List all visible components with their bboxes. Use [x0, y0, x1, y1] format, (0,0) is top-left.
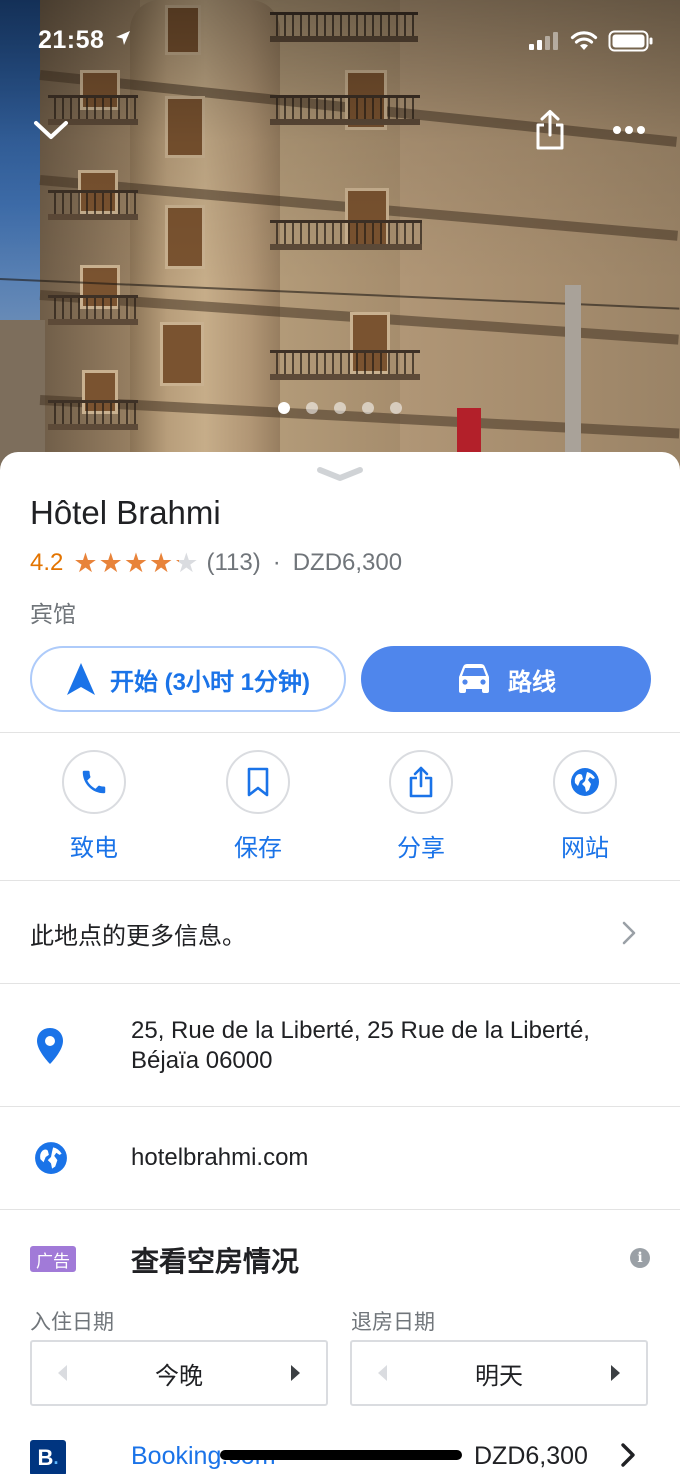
booking-price: DZD6,300 — [474, 1442, 588, 1470]
battery-icon — [608, 30, 653, 52]
save-action[interactable]: 保存 — [203, 750, 313, 863]
navigation-arrow-icon — [66, 663, 95, 695]
pager-dot[interactable] — [334, 402, 346, 414]
divider — [0, 732, 680, 733]
website-action[interactable]: 网站 — [530, 750, 640, 863]
chevron-right-icon — [621, 1443, 635, 1467]
car-icon — [459, 664, 489, 693]
address-text: 25, Rue de la Liberté, 25 Rue de la Libe… — [131, 1016, 590, 1076]
status-indicators — [528, 30, 654, 52]
divider — [0, 880, 680, 881]
globe-icon — [35, 1142, 67, 1174]
pager-dot[interactable] — [390, 402, 402, 414]
more-info-label: 此地点的更多信息。 — [30, 922, 246, 950]
star-icon: ★ — [123, 547, 149, 578]
place-sheet: Hôtel Brahmi 4.2 ★ ★ ★ ★ ★ (113) · DZD6,300 … — [0, 452, 680, 1474]
address-row[interactable]: 25, Rue de la Liberté, 25 Rue de la Libe… — [0, 984, 680, 1106]
signal-icon — [529, 32, 558, 50]
share-photo-button[interactable] — [528, 106, 572, 154]
home-indicator[interactable] — [220, 1450, 462, 1460]
call-label: 致电 — [70, 835, 118, 862]
share-label: 分享 — [397, 835, 445, 862]
pager-dot[interactable] — [278, 402, 290, 414]
review-count: (113) — [206, 549, 261, 576]
pager-dot[interactable] — [362, 402, 374, 414]
status-time: 21:58 — [38, 26, 132, 55]
start-navigation-button[interactable]: 开始 (3小时 1分钟) — [30, 646, 346, 712]
more-icon — [613, 126, 645, 134]
checkin-picker[interactable]: 今晚 — [30, 1340, 328, 1406]
hotel-photo[interactable] — [0, 0, 680, 470]
share-icon — [409, 766, 433, 798]
checkout-label: 退房日期 — [351, 1311, 435, 1334]
call-action[interactable]: 致电 — [39, 750, 149, 863]
sheet-handle[interactable] — [316, 466, 364, 487]
separator: · — [272, 549, 281, 576]
start-navigation-label: 开始 (3小时 1分钟) — [109, 668, 310, 696]
website-url: hotelbrahmi.com — [131, 1144, 309, 1171]
info-icon[interactable]: i — [630, 1248, 650, 1268]
share-action[interactable]: 分享 — [366, 750, 476, 863]
save-label: 保存 — [234, 835, 282, 862]
call-button[interactable] — [62, 750, 126, 814]
website-row[interactable]: hotelbrahmi.com — [0, 1107, 680, 1209]
booking-logo: B. — [30, 1440, 66, 1474]
previous-date-icon[interactable] — [58, 1365, 67, 1381]
address-line-1: 25, Rue de la Liberté, 25 Rue de la Libe… — [131, 1017, 590, 1044]
star-icon: ★ — [73, 547, 98, 578]
ad-badge: 广告 — [30, 1246, 76, 1272]
bookmark-icon — [247, 767, 269, 797]
status-time-text: 21:58 — [38, 26, 105, 54]
checkin-label: 入住日期 — [30, 1311, 114, 1334]
wifi-icon — [570, 31, 598, 50]
star-rating: ★ ★ ★ ★ ★ — [73, 547, 199, 578]
place-title: Hôtel Brahmi — [30, 494, 221, 531]
previous-date-icon[interactable] — [378, 1365, 387, 1381]
chevron-right-icon — [622, 921, 636, 945]
action-bar: 致电 保存 分享 网站 — [0, 750, 680, 880]
star-icon: ★ — [174, 547, 199, 578]
directions-label: 路线 — [508, 668, 556, 696]
photo-pager[interactable] — [0, 402, 680, 414]
place-category: 宾馆 — [30, 601, 76, 627]
phone-icon — [82, 770, 106, 794]
location-arrow-icon — [115, 31, 130, 45]
more-options-button[interactable] — [605, 112, 653, 148]
website-label: 网站 — [561, 835, 609, 862]
pager-dot[interactable] — [306, 402, 318, 414]
rating-value: 4.2 — [30, 549, 64, 576]
photo-shade — [0, 0, 680, 470]
star-icon: ★ — [98, 547, 123, 578]
collapse-button[interactable] — [28, 110, 74, 150]
directions-button[interactable]: 路线 — [361, 646, 651, 712]
star-icon: ★ — [149, 547, 174, 578]
share-icon — [536, 110, 564, 150]
checkout-picker[interactable]: 明天 — [350, 1340, 648, 1406]
chevron-down-icon — [317, 467, 363, 481]
address-line-2: Béjaïa 06000 — [131, 1047, 273, 1074]
next-date-icon[interactable] — [291, 1365, 300, 1381]
checkin-value: 今晚 — [155, 1362, 203, 1390]
globe-icon — [571, 768, 599, 796]
more-info-row[interactable]: 此地点的更多信息。 — [0, 882, 680, 984]
checkout-value: 明天 — [475, 1362, 523, 1390]
chevron-down-icon — [34, 121, 68, 139]
location-pin-icon — [37, 1028, 63, 1064]
next-date-icon[interactable] — [611, 1365, 620, 1381]
website-button[interactable] — [553, 750, 617, 814]
save-button[interactable] — [226, 750, 290, 814]
availability-title: 查看空房情况 — [131, 1246, 300, 1277]
share-button[interactable] — [389, 750, 453, 814]
price-level: DZD6,300 — [292, 549, 403, 576]
divider — [0, 1209, 680, 1210]
rating-row[interactable]: 4.2 ★ ★ ★ ★ ★ (113) · DZD6,300 — [30, 549, 402, 577]
